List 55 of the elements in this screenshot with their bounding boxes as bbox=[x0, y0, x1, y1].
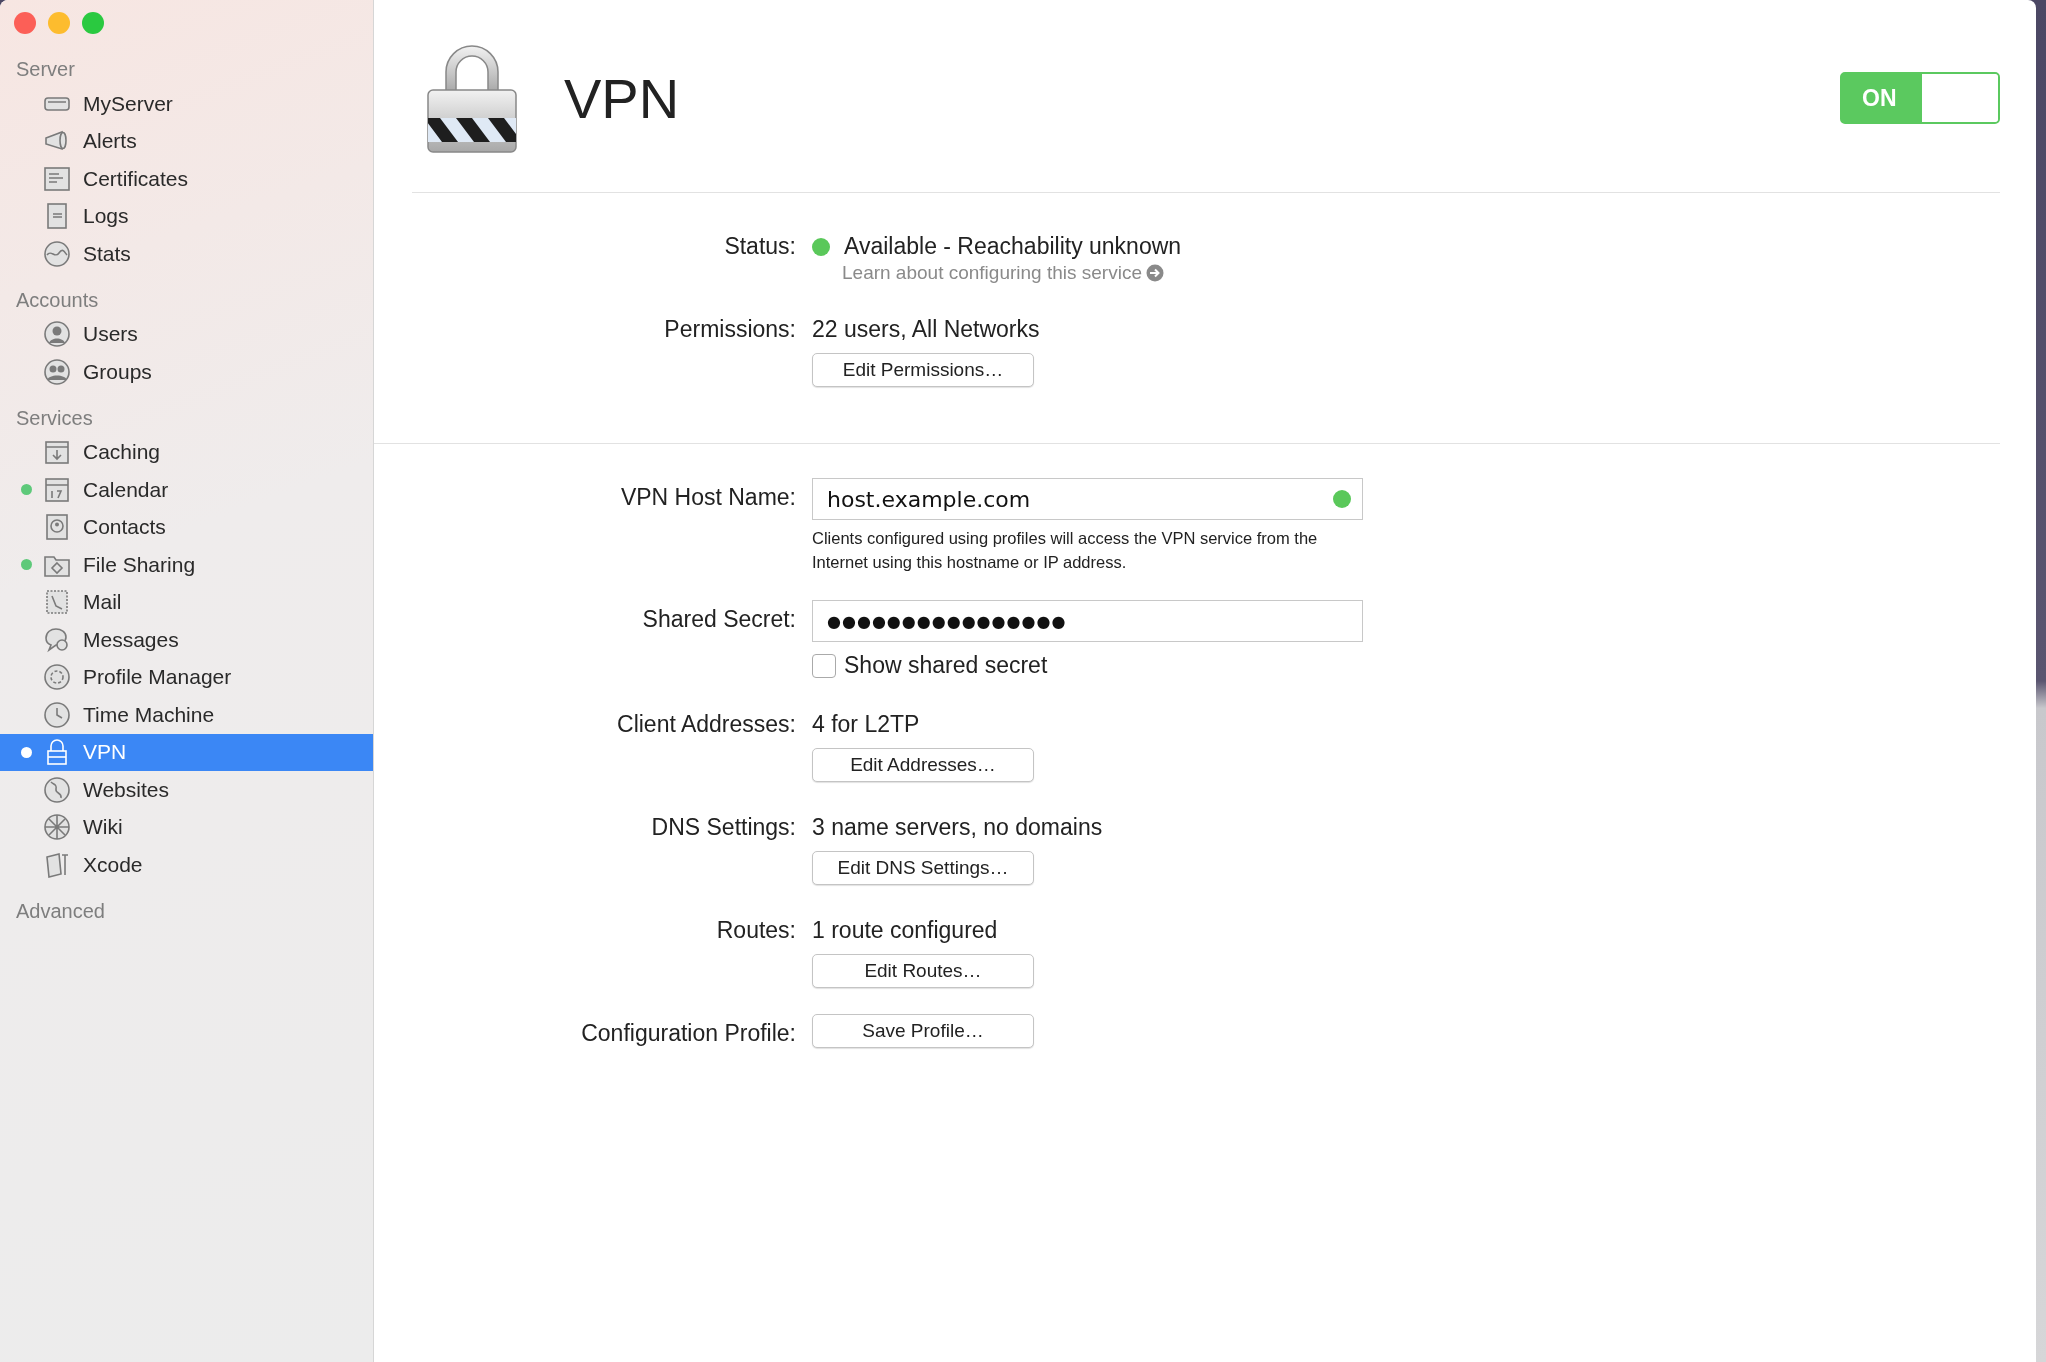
clock-icon bbox=[42, 699, 72, 730]
sidebar-item[interactable]: Groups bbox=[0, 353, 373, 391]
sidebar-item[interactable]: Websites bbox=[0, 771, 373, 809]
sidebar-heading: Accounts bbox=[15, 287, 100, 313]
sidebar-item[interactable]: Certificates bbox=[0, 160, 373, 198]
zoom-button[interactable] bbox=[82, 12, 104, 34]
sidebar-item[interactable]: Stats bbox=[0, 235, 373, 273]
field-value: 22 users, All Networks bbox=[812, 315, 1040, 343]
host-name-field[interactable]: host.example.com bbox=[812, 478, 1363, 520]
edit-button[interactable]: Edit DNS Settings… bbox=[812, 851, 1034, 885]
sidebar-item[interactable]: Contacts bbox=[0, 508, 373, 546]
edit-button[interactable]: Edit Addresses… bbox=[812, 748, 1034, 782]
user-icon bbox=[42, 319, 72, 350]
sidebar-item[interactable]: Caching bbox=[0, 433, 373, 471]
sidebar-item[interactable]: File Sharing bbox=[0, 546, 373, 584]
show-secret-checkbox[interactable]: Show shared secret bbox=[812, 652, 1048, 679]
field-label: Status: bbox=[723, 232, 796, 261]
field-hint: Clients configured using profiles will access the VPN service from the Internet using this hostname or IP address. bbox=[812, 528, 1319, 573]
sidebar-item[interactable]: Mail bbox=[0, 583, 373, 621]
field-value: 3 name servers, no domains bbox=[812, 813, 1103, 841]
edit-button[interactable]: Save Profile… bbox=[812, 1014, 1034, 1048]
shared-secret-field[interactable]: ●●●●●●●●●●●●●●●● bbox=[812, 600, 1363, 642]
field-value: 4 for L2TP bbox=[812, 710, 920, 738]
field-label: Routes: bbox=[715, 916, 796, 945]
status-text: Available - Reachability unknown bbox=[844, 233, 1182, 260]
sidebar-item[interactable]: Alerts bbox=[0, 122, 373, 160]
gauge-icon bbox=[42, 238, 72, 269]
arrow-circle-icon[interactable] bbox=[1145, 264, 1164, 282]
field-label: Client Addresses: bbox=[616, 710, 796, 739]
sidebar-heading: Services bbox=[15, 405, 94, 431]
edit-button[interactable]: Edit Permissions… bbox=[812, 353, 1034, 387]
field-label: Configuration Profile: bbox=[580, 1019, 796, 1048]
page-title: VPN bbox=[564, 65, 681, 131]
field-value: 1 route configured bbox=[812, 916, 998, 944]
sidebar-heading: Advanced bbox=[15, 898, 106, 924]
sidebar-item[interactable]: Users bbox=[0, 315, 373, 353]
sidebar-heading: Server bbox=[15, 57, 76, 82]
field-label: DNS Settings: bbox=[650, 813, 796, 842]
field-label: Permissions: bbox=[663, 315, 796, 344]
field-label: VPN Host Name: bbox=[619, 483, 796, 512]
close-button[interactable] bbox=[14, 12, 36, 34]
minimize-button[interactable] bbox=[48, 12, 70, 34]
sidebar-item[interactable]: Time Machine bbox=[0, 696, 373, 734]
sidebar-item[interactable]: MyServer bbox=[0, 85, 373, 123]
sidebar-item[interactable]: Messages bbox=[0, 621, 373, 659]
sidebar-item[interactable]: VPN bbox=[0, 733, 373, 771]
sidebar-item[interactable]: Xcode bbox=[0, 846, 373, 884]
sidebar-item[interactable]: Logs bbox=[0, 197, 373, 235]
field-label: Shared Secret: bbox=[641, 605, 796, 634]
group-icon bbox=[42, 356, 72, 387]
sidebar-item[interactable]: Calendar bbox=[0, 471, 373, 509]
wheel-icon bbox=[42, 812, 72, 843]
edit-button[interactable]: Edit Routes… bbox=[812, 954, 1034, 988]
sidebar-item[interactable]: Profile Manager bbox=[0, 658, 373, 696]
sidebar-item[interactable]: Wiki bbox=[0, 808, 373, 846]
